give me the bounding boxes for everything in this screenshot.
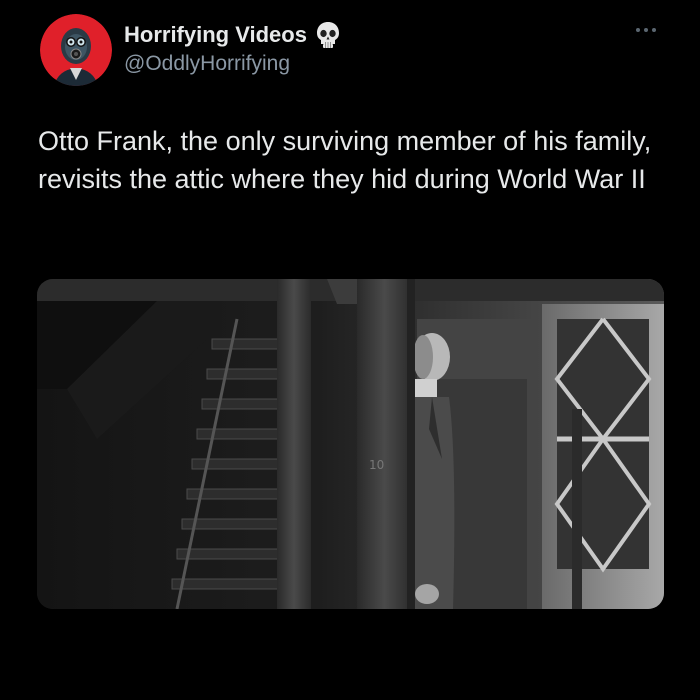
attic-photo: 10: [37, 279, 664, 609]
tweet-text: Otto Frank, the only surviving member of…: [38, 126, 652, 194]
author-handle[interactable]: @OddlyHorrifying: [124, 52, 341, 76]
author-name-row: Horrifying Videos: [124, 20, 341, 50]
tweet-media-photo[interactable]: 10: [37, 279, 664, 609]
author-info: Horrifying Videos @OddlyHorrifying: [124, 20, 341, 76]
tweet-card: Horrifying Videos @OddlyHorrifying Otto …: [0, 0, 700, 700]
lattice-door: [542, 304, 664, 609]
gas-mask-avatar-icon: [40, 14, 112, 86]
svg-text:10: 10: [369, 458, 384, 472]
author-avatar[interactable]: [40, 14, 112, 86]
more-options-button[interactable]: [634, 22, 658, 38]
author-display-name[interactable]: Horrifying Videos: [124, 22, 307, 48]
more-horizontal-icon: [636, 28, 656, 32]
skull-icon: [315, 21, 341, 49]
